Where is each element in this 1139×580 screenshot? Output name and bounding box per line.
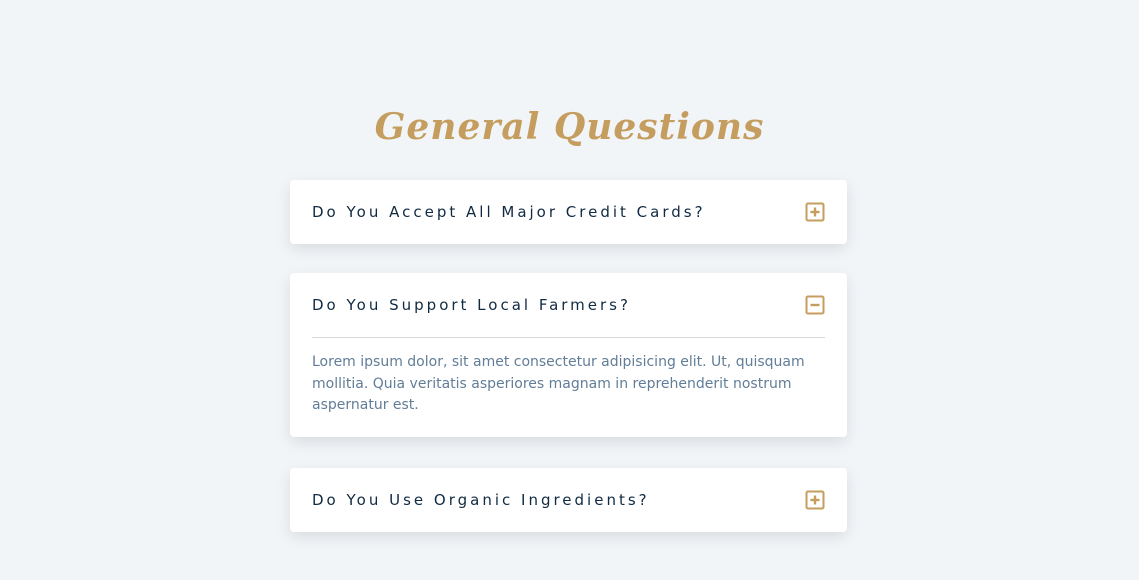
question-header[interactable]: Do You Use Organic Ingredients? xyxy=(290,468,847,532)
question-title: Do You Use Organic Ingredients? xyxy=(312,491,650,509)
question-header[interactable]: Do You Accept All Major Credit Cards? xyxy=(290,180,847,244)
collapse-toggle-button[interactable] xyxy=(805,295,825,315)
plus-square-icon xyxy=(805,490,825,510)
expand-toggle-button[interactable] xyxy=(805,490,825,510)
expand-toggle-button[interactable] xyxy=(805,202,825,222)
question-header[interactable]: Do You Support Local Farmers? xyxy=(290,273,847,337)
question-title: Do You Support Local Farmers? xyxy=(312,296,631,314)
question-card: Do You Accept All Major Credit Cards? xyxy=(290,180,847,244)
question-card: Do You Use Organic Ingredients? xyxy=(290,468,847,532)
question-answer: Lorem ipsum dolor, sit amet consectetur … xyxy=(312,354,805,413)
question-card: Do You Support Local Farmers? Lorem ipsu… xyxy=(290,273,847,437)
question-title: Do You Accept All Major Credit Cards? xyxy=(312,203,706,221)
minus-square-icon xyxy=(805,295,825,315)
plus-square-icon xyxy=(805,202,825,222)
page-title: General Questions xyxy=(374,105,765,148)
